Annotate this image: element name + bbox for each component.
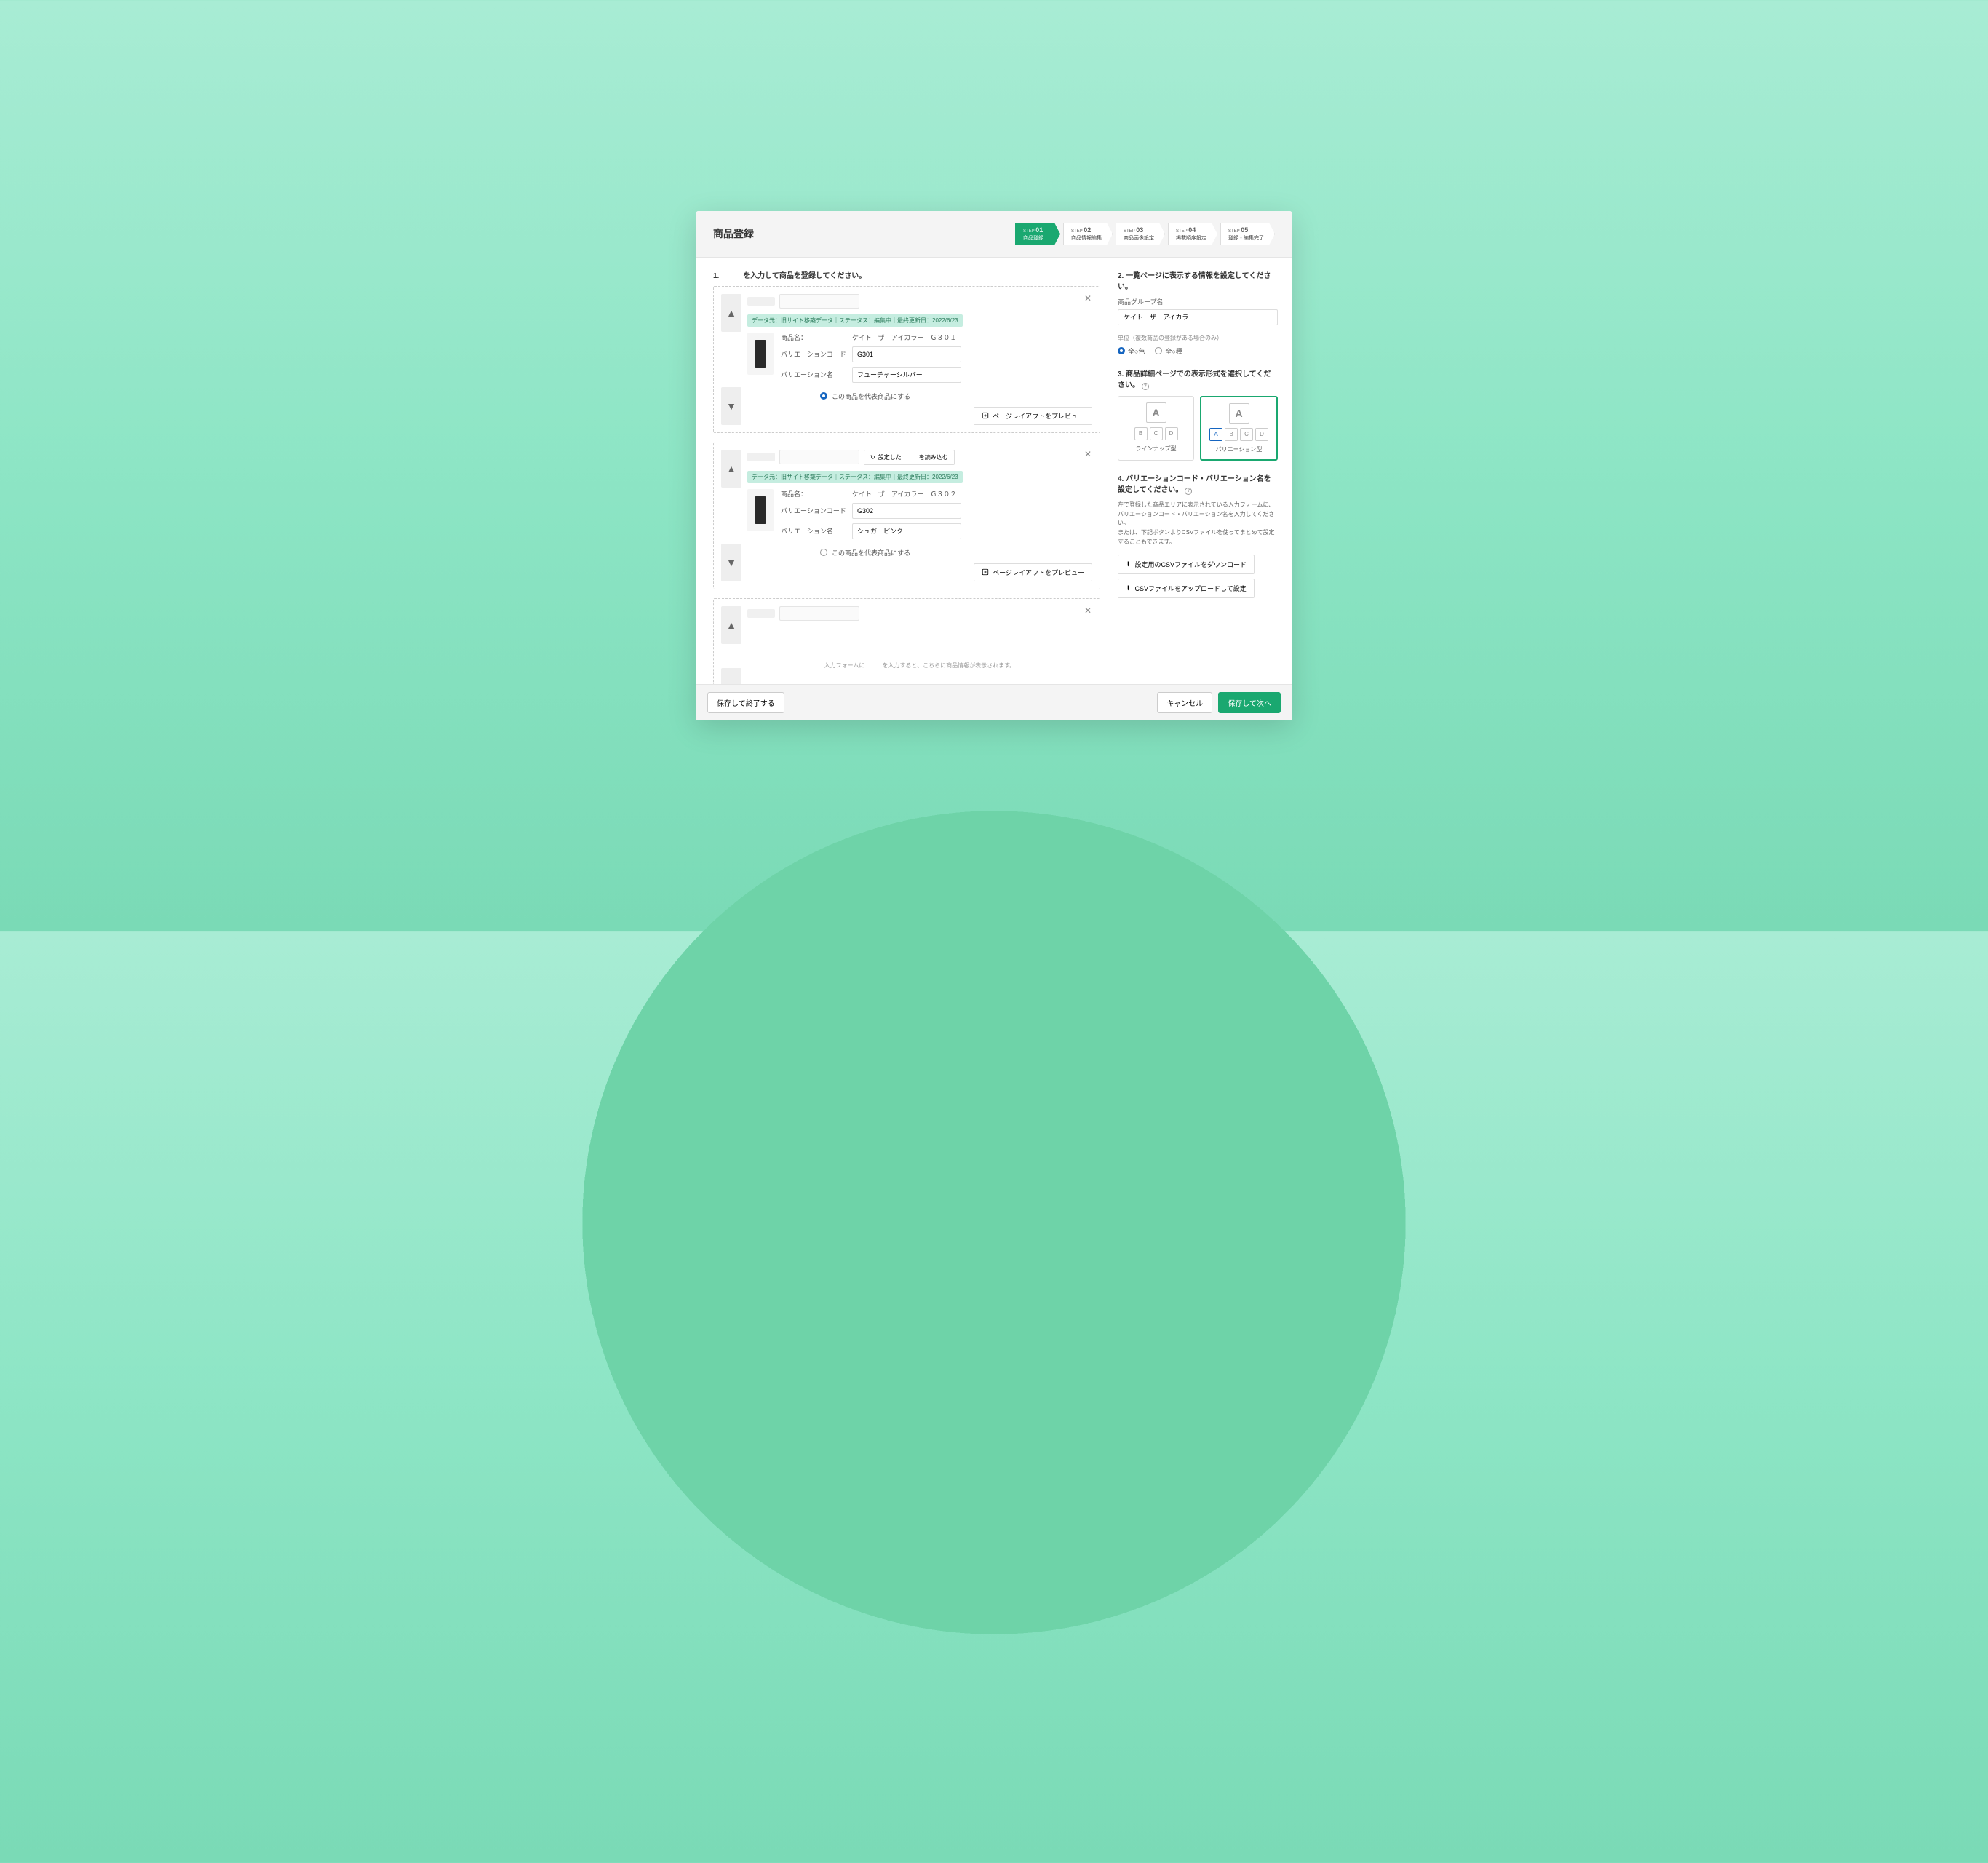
variation-name-input[interactable] [852,523,961,539]
help-icon[interactable]: ? [1142,383,1149,390]
unit-radio-color[interactable]: 全○色 [1118,346,1145,356]
empty-message: 入力フォームに を入力すると、こちらに商品情報が表示されます。 [747,625,1092,684]
close-icon[interactable]: ✕ [1082,448,1094,460]
reorder-controls: ▲ ▼ [721,606,741,684]
label-redacted [747,453,775,461]
variation-code-input[interactable] [852,503,961,519]
metadata-badge: データ元：旧サイト移築データ｜ステータス：編集中｜最終更新日：2022/6/23 [747,471,963,483]
reload-button[interactable]: ↻設定した を読み込む [864,450,955,465]
step-4[interactable]: STEP 04掲載順序設定 [1168,223,1217,245]
label-redacted [747,609,775,618]
product-card-empty: ▲ ▼ ✕ 入力フォームに を入力すると、こちらに商品情報が表示されます。 [713,598,1100,684]
representative-radio[interactable]: この商品を代表商品にする [820,392,1092,401]
preview-layout-button[interactable]: ページレイアウトをプレビュー [974,407,1092,425]
section-3-title: 3. 商品詳細ページでの表示形式を選択してください。? [1118,368,1278,390]
product-name: ケイト ザ アイカラー Ｇ３０２ [852,489,1092,498]
product-card: ▲ ▼ ✕ データ元：旧サイト移築データ｜ステータス：編集中｜最終更新日：202… [713,286,1100,433]
unit-label: 単位（複数商品の登録がある場合のみ） [1118,334,1278,342]
product-card: ▲ ▼ ✕ ↻設定した を読み込む データ元：旧サイト移築データ｜ステータス：編… [713,442,1100,589]
move-up-button[interactable]: ▲ [721,450,741,488]
group-name-input[interactable] [1118,309,1278,325]
header: 商品登録 STEP 01商品登録 STEP 02商品情報編集 STEP 03商品… [696,211,1292,258]
close-icon[interactable]: ✕ [1082,605,1094,616]
step-3[interactable]: STEP 03商品画像設定 [1116,223,1165,245]
download-csv-button[interactable]: ⬇設定用のCSVファイルをダウンロード [1118,555,1255,574]
section-4-desc: 左で登録した商品エリアに表示されている入力フォームに、バリエーションコード・バリ… [1118,501,1278,547]
page-title: 商品登録 [713,226,754,241]
step-1[interactable]: STEP 01商品登録 [1015,223,1060,245]
code-input[interactable] [779,606,859,621]
content: 1. を入力して商品を登録してください。 ▲ ▼ ✕ データ元：旧サイト移築デー… [696,258,1292,684]
layout-variation[interactable]: AABCD バリエーション型 [1200,396,1278,461]
save-next-button[interactable]: 保存して次へ [1218,692,1281,713]
variation-name-input[interactable] [852,367,961,383]
reorder-controls: ▲ ▼ [721,450,741,581]
product-name: ケイト ザ アイカラー Ｇ３０１ [852,333,1092,342]
preview-icon [982,568,989,576]
app-window: 商品登録 STEP 01商品登録 STEP 02商品情報編集 STEP 03商品… [696,211,1292,720]
reorder-controls: ▲ ▼ [721,294,741,425]
metadata-badge: データ元：旧サイト移築データ｜ステータス：編集中｜最終更新日：2022/6/23 [747,314,963,327]
upload-csv-button[interactable]: ⬇CSVファイルをアップロードして設定 [1118,579,1255,598]
move-down-button[interactable]: ▼ [721,544,741,581]
representative-radio[interactable]: この商品を代表商品にする [820,548,1092,557]
reload-icon: ↻ [870,454,875,461]
step-2[interactable]: STEP 02商品情報編集 [1063,223,1113,245]
product-thumbnail [747,489,774,531]
step-wizard: STEP 01商品登録 STEP 02商品情報編集 STEP 03商品画像設定 … [1015,223,1275,245]
label-redacted [747,297,775,306]
product-thumbnail [747,333,774,375]
variation-code-input[interactable] [852,346,961,362]
group-name-label: 商品グループ名 [1118,297,1278,306]
move-down-button[interactable]: ▼ [721,668,741,684]
move-down-button[interactable]: ▼ [721,387,741,425]
right-panel: 2. 一覧ページに表示する情報を設定してください。 商品グループ名 単位（複数商… [1118,258,1292,684]
move-up-button[interactable]: ▲ [721,606,741,644]
close-icon[interactable]: ✕ [1082,293,1094,304]
save-exit-button[interactable]: 保存して終了する [707,692,784,713]
move-up-button[interactable]: ▲ [721,294,741,332]
code-input[interactable] [779,294,859,309]
download-icon: ⬇ [1126,560,1132,568]
cancel-button[interactable]: キャンセル [1157,692,1212,713]
unit-radio-type[interactable]: 全○種 [1155,346,1182,356]
code-input[interactable] [779,450,859,464]
step-5[interactable]: STEP 05登録・編集完了 [1220,223,1275,245]
left-panel: 1. を入力して商品を登録してください。 ▲ ▼ ✕ データ元：旧サイト移築デー… [696,258,1118,684]
help-icon[interactable]: ? [1185,488,1192,495]
section-2-title: 2. 一覧ページに表示する情報を設定してください。 [1118,269,1278,291]
preview-icon [982,412,989,419]
section-1-title: 1. を入力して商品を登録してください。 [713,269,1100,280]
preview-layout-button[interactable]: ページレイアウトをプレビュー [974,563,1092,581]
layout-lineup[interactable]: ABCD ラインナップ型 [1118,396,1194,461]
upload-icon: ⬇ [1126,584,1132,592]
section-4-title: 4. バリエーションコード・バリエーション名を設定してください。? [1118,472,1278,495]
footer: 保存して終了する キャンセル 保存して次へ [696,684,1292,720]
